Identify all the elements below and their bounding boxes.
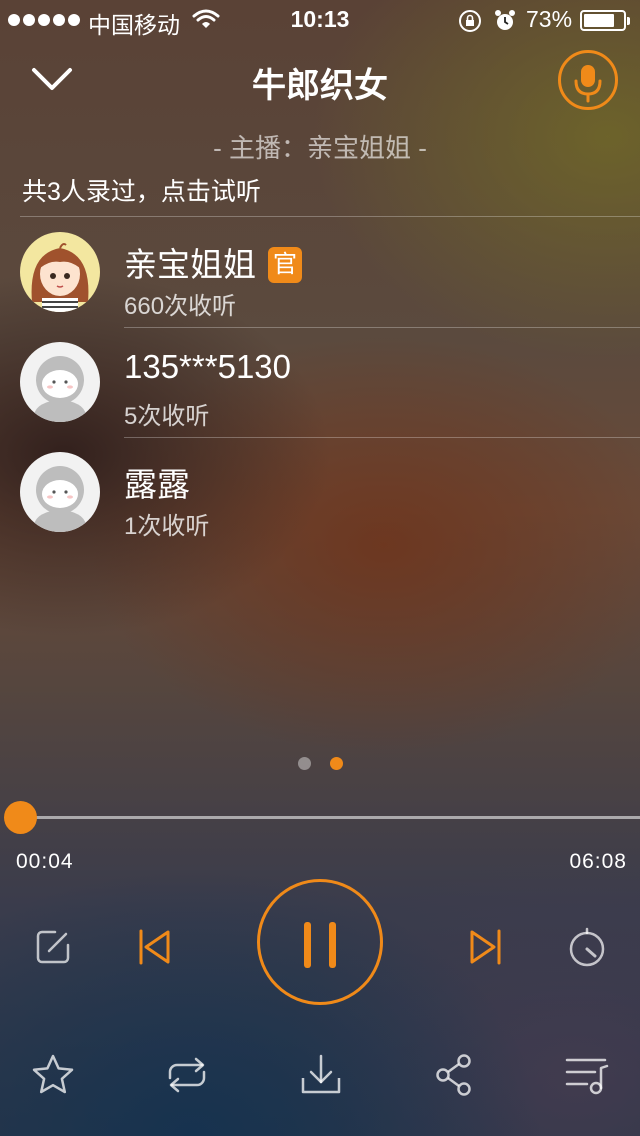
divider [20, 216, 640, 217]
page-dot-active[interactable] [330, 757, 343, 770]
page-title: 牛郎织女 [252, 67, 388, 105]
previous-track-icon [139, 929, 170, 965]
status-bar: 中国移动 10:13 73% [0, 0, 640, 40]
official-badge: 官 [268, 247, 302, 283]
previous-button[interactable] [130, 924, 176, 970]
recorder-name: 135***5130 [124, 348, 291, 385]
listen-count: 660次收听 [124, 293, 237, 320]
total-time: 06:08 [569, 850, 627, 873]
download-icon [301, 1054, 341, 1094]
recorder-item[interactable]: 露露 1次收听 [0, 440, 640, 550]
default-avatar [20, 342, 100, 422]
divider [124, 437, 640, 438]
playlist-button[interactable] [560, 1050, 614, 1100]
recorder-name: 露露 [124, 466, 190, 503]
listen-count: 1次收听 [124, 513, 210, 540]
default-avatar [20, 452, 100, 532]
recorder-item[interactable]: 亲宝姐姐官 660次收听 [0, 220, 640, 330]
download-button[interactable] [296, 1050, 346, 1100]
pause-button[interactable] [257, 879, 383, 1005]
timer-icon [569, 927, 605, 967]
alarm-icon [495, 10, 515, 30]
microphone-icon [574, 65, 602, 103]
progress-track[interactable] [20, 816, 640, 819]
repeat-icon [168, 1057, 206, 1093]
progress-thumb[interactable] [4, 801, 37, 834]
current-time: 00:04 [16, 850, 74, 873]
page-dot[interactable] [298, 757, 311, 770]
playlist-icon [565, 1058, 609, 1095]
battery-icon [580, 10, 630, 31]
battery-percent: 73% [526, 6, 573, 32]
share-icon [436, 1054, 471, 1096]
recorder-item[interactable]: 135***5130 5次收听 [0, 330, 640, 440]
star-icon [32, 1054, 74, 1094]
recorders-summary[interactable]: 共3人录过，点击试听 [22, 172, 261, 208]
repeat-button[interactable] [162, 1050, 212, 1100]
record-button[interactable] [558, 50, 618, 110]
next-button[interactable] [464, 924, 510, 970]
recorder-name: 亲宝姐姐官 [124, 238, 302, 286]
timer-button[interactable] [564, 924, 610, 970]
edit-icon [36, 930, 70, 964]
anchor-label: - 主播：亲宝姐姐 - [213, 133, 427, 163]
orientation-lock-icon [459, 10, 481, 32]
divider [124, 327, 640, 328]
avatar [20, 232, 100, 312]
edit-button[interactable] [30, 924, 76, 970]
listen-count: 5次收听 [124, 403, 210, 430]
share-button[interactable] [430, 1050, 480, 1100]
next-track-icon [470, 929, 501, 965]
favorite-button[interactable] [28, 1050, 78, 1100]
